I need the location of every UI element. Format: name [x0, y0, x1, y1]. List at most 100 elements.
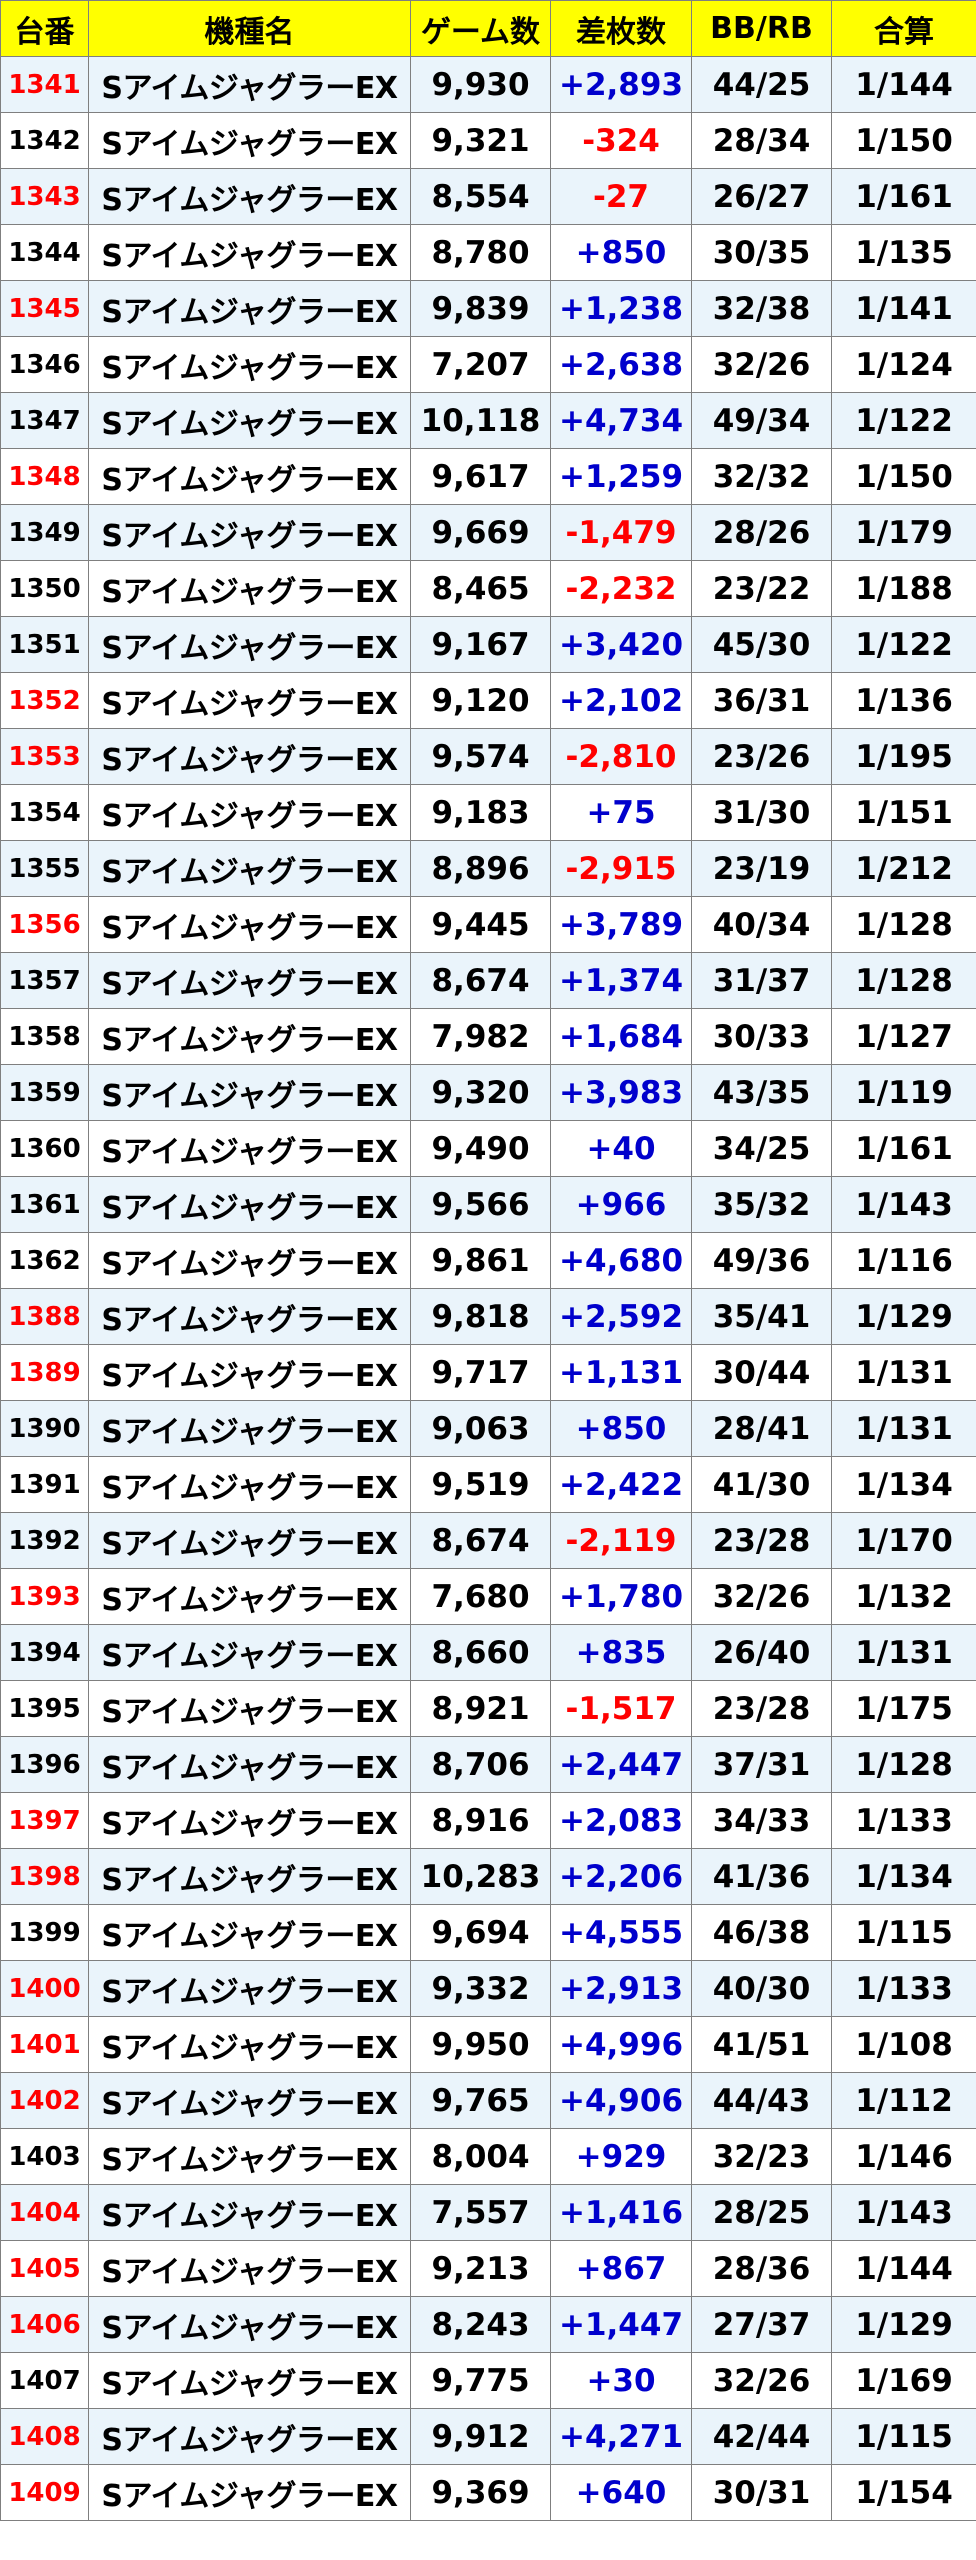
cell-unit-number: 1401	[0, 2016, 89, 2073]
cell-bb-rb: 23/19	[691, 840, 832, 897]
cell-combined-rate: 1/188	[831, 560, 976, 617]
cell-bb-rb: 41/30	[691, 1456, 832, 1513]
cell-unit-number: 1348	[0, 448, 89, 505]
cell-coin-difference: +2,102	[550, 672, 692, 729]
cell-coin-difference: +2,447	[550, 1736, 692, 1793]
table-row: 1356 SアイムジャグラーEX 9,445 +3,789 40/34 1/128	[0, 896, 976, 953]
cell-unit-number: 1359	[0, 1064, 89, 1121]
cell-game-count: 9,930	[410, 56, 551, 113]
cell-combined-rate: 1/161	[831, 1120, 976, 1177]
table-row: 1352 SアイムジャグラーEX 9,120 +2,102 36/31 1/136	[0, 672, 976, 729]
cell-combined-rate: 1/132	[831, 1568, 976, 1625]
cell-model-name: SアイムジャグラーEX	[88, 448, 411, 505]
cell-unit-number: 1347	[0, 392, 89, 449]
cell-unit-number: 1390	[0, 1400, 89, 1457]
cell-bb-rb: 26/27	[691, 168, 832, 225]
cell-game-count: 9,490	[410, 1120, 551, 1177]
cell-bb-rb: 42/44	[691, 2408, 832, 2465]
cell-model-name: SアイムジャグラーEX	[88, 2184, 411, 2241]
cell-coin-difference: +4,906	[550, 2072, 692, 2129]
cell-unit-number: 1389	[0, 1344, 89, 1401]
cell-coin-difference: +3,420	[550, 616, 692, 673]
cell-unit-number: 1346	[0, 336, 89, 393]
cell-combined-rate: 1/127	[831, 1008, 976, 1065]
cell-unit-number: 1361	[0, 1176, 89, 1233]
cell-game-count: 9,332	[410, 1960, 551, 2017]
cell-game-count: 8,896	[410, 840, 551, 897]
cell-combined-rate: 1/144	[831, 56, 976, 113]
slot-data-table: 台番 機種名 ゲーム数 差枚数 BB/RB 合算 1341 SアイムジャグラーEX…	[0, 0, 976, 2521]
table-row: 1341 SアイムジャグラーEX 9,930 +2,893 44/25 1/144	[0, 56, 976, 113]
cell-game-count: 8,780	[410, 224, 551, 281]
cell-bb-rb: 23/26	[691, 728, 832, 785]
table-row: 1347 SアイムジャグラーEX 10,118 +4,734 49/34 1/122	[0, 392, 976, 449]
cell-model-name: SアイムジャグラーEX	[88, 840, 411, 897]
table-row: 1357 SアイムジャグラーEX 8,674 +1,374 31/37 1/128	[0, 952, 976, 1009]
table-row: 1400 SアイムジャグラーEX 9,332 +2,913 40/30 1/133	[0, 1960, 976, 2017]
cell-bb-rb: 32/26	[691, 2352, 832, 2409]
table-row: 1354 SアイムジャグラーEX 9,183 +75 31/30 1/151	[0, 784, 976, 841]
table-row: 1391 SアイムジャグラーEX 9,519 +2,422 41/30 1/134	[0, 1456, 976, 1513]
cell-unit-number: 1403	[0, 2128, 89, 2185]
cell-bb-rb: 32/26	[691, 336, 832, 393]
cell-unit-number: 1360	[0, 1120, 89, 1177]
cell-combined-rate: 1/119	[831, 1064, 976, 1121]
cell-bb-rb: 30/33	[691, 1008, 832, 1065]
table-row: 1358 SアイムジャグラーEX 7,982 +1,684 30/33 1/127	[0, 1008, 976, 1065]
cell-coin-difference: -27	[550, 168, 692, 225]
cell-unit-number: 1352	[0, 672, 89, 729]
cell-model-name: SアイムジャグラーEX	[88, 2352, 411, 2409]
cell-game-count: 8,916	[410, 1792, 551, 1849]
cell-game-count: 8,243	[410, 2296, 551, 2353]
cell-model-name: SアイムジャグラーEX	[88, 224, 411, 281]
table-row: 1389 SアイムジャグラーEX 9,717 +1,131 30/44 1/131	[0, 1344, 976, 1401]
cell-combined-rate: 1/122	[831, 392, 976, 449]
cell-bb-rb: 32/32	[691, 448, 832, 505]
cell-coin-difference: +4,734	[550, 392, 692, 449]
cell-coin-difference: +75	[550, 784, 692, 841]
cell-bb-rb: 28/41	[691, 1400, 832, 1457]
table-row: 1351 SアイムジャグラーEX 9,167 +3,420 45/30 1/122	[0, 616, 976, 673]
cell-bb-rb: 35/32	[691, 1176, 832, 1233]
cell-model-name: SアイムジャグラーEX	[88, 784, 411, 841]
cell-unit-number: 1392	[0, 1512, 89, 1569]
cell-combined-rate: 1/144	[831, 2240, 976, 2297]
cell-combined-rate: 1/131	[831, 1400, 976, 1457]
cell-combined-rate: 1/134	[831, 1456, 976, 1513]
cell-bb-rb: 44/43	[691, 2072, 832, 2129]
cell-game-count: 9,213	[410, 2240, 551, 2297]
cell-combined-rate: 1/108	[831, 2016, 976, 2073]
cell-bb-rb: 30/35	[691, 224, 832, 281]
cell-unit-number: 1388	[0, 1288, 89, 1345]
table-row: 1390 SアイムジャグラーEX 9,063 +850 28/41 1/131	[0, 1400, 976, 1457]
cell-bb-rb: 30/44	[691, 1344, 832, 1401]
cell-combined-rate: 1/128	[831, 896, 976, 953]
cell-combined-rate: 1/116	[831, 1232, 976, 1289]
table-row: 1393 SアイムジャグラーEX 7,680 +1,780 32/26 1/132	[0, 1568, 976, 1625]
cell-unit-number: 1399	[0, 1904, 89, 1961]
cell-bb-rb: 23/28	[691, 1680, 832, 1737]
cell-game-count: 8,706	[410, 1736, 551, 1793]
cell-coin-difference: -2,810	[550, 728, 692, 785]
table-row: 1392 SアイムジャグラーEX 8,674 -2,119 23/28 1/170	[0, 1512, 976, 1569]
cell-model-name: SアイムジャグラーEX	[88, 2408, 411, 2465]
cell-combined-rate: 1/179	[831, 504, 976, 561]
table-row: 1361 SアイムジャグラーEX 9,566 +966 35/32 1/143	[0, 1176, 976, 1233]
cell-coin-difference: -2,119	[550, 1512, 692, 1569]
cell-unit-number: 1393	[0, 1568, 89, 1625]
cell-game-count: 8,921	[410, 1680, 551, 1737]
cell-coin-difference: +1,131	[550, 1344, 692, 1401]
cell-unit-number: 1342	[0, 112, 89, 169]
cell-combined-rate: 1/112	[831, 2072, 976, 2129]
cell-combined-rate: 1/115	[831, 1904, 976, 1961]
cell-bb-rb: 34/33	[691, 1792, 832, 1849]
cell-model-name: SアイムジャグラーEX	[88, 672, 411, 729]
cell-unit-number: 1398	[0, 1848, 89, 1905]
cell-model-name: SアイムジャグラーEX	[88, 1848, 411, 1905]
cell-game-count: 9,775	[410, 2352, 551, 2409]
cell-game-count: 9,617	[410, 448, 551, 505]
cell-coin-difference: +1,684	[550, 1008, 692, 1065]
cell-coin-difference: +3,789	[550, 896, 692, 953]
cell-coin-difference: +1,238	[550, 280, 692, 337]
cell-combined-rate: 1/170	[831, 1512, 976, 1569]
